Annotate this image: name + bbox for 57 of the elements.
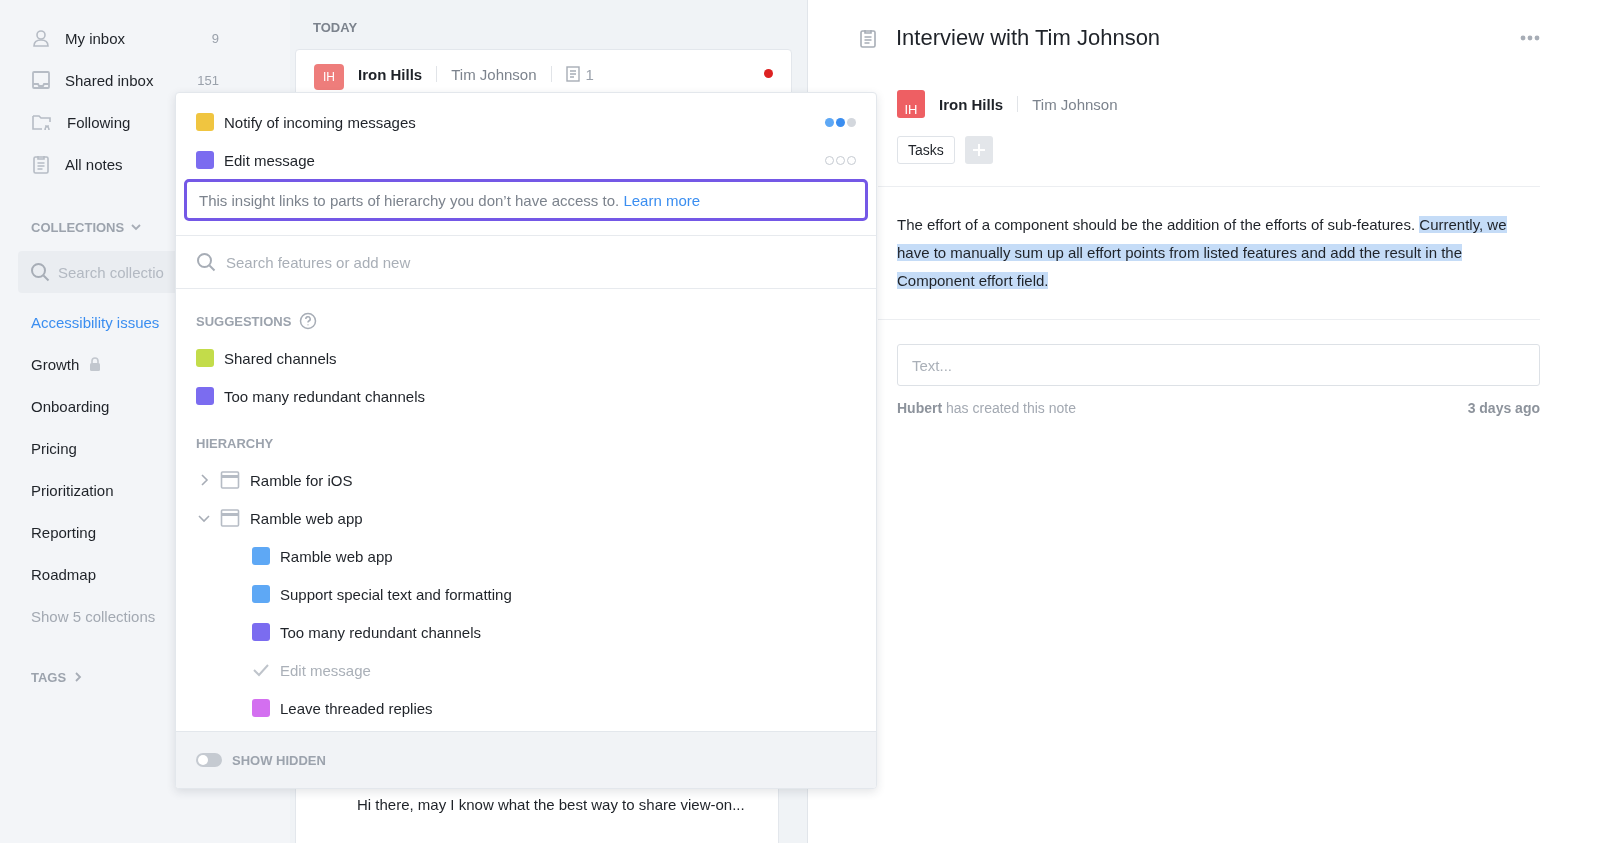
nav-item[interactable]: My inbox 9	[0, 17, 219, 59]
document-icon	[565, 66, 580, 82]
collection-item[interactable]: Pricing	[0, 427, 77, 469]
feature-item[interactable]: Support special text and formatting	[176, 575, 876, 613]
hierarchy-item[interactable]: Ramble web app	[176, 499, 876, 537]
window-icon	[220, 470, 240, 490]
company-name: Iron Hills	[358, 66, 423, 83]
note-title: Interview with Tim Johnson	[896, 25, 1162, 51]
toggle-switch[interactable]	[196, 753, 222, 767]
search-field[interactable]: Search features or add new	[176, 236, 876, 288]
plus-icon	[971, 143, 986, 157]
more-icon[interactable]	[1520, 35, 1540, 41]
folder-icon	[31, 112, 53, 132]
section-label: HIERARCHY	[196, 435, 274, 451]
avatar: IH	[897, 90, 925, 118]
feature-item[interactable]: Too many redundant channels	[176, 377, 876, 415]
feature-item[interactable]: Leave threaded replies	[176, 689, 876, 727]
avatar: IH	[314, 64, 344, 90]
section-label: SUGGESTIONS	[196, 313, 292, 329]
section-label: TODAY	[313, 20, 359, 35]
window-icon	[220, 508, 240, 528]
feature-item[interactable]: Ramble web app	[176, 537, 876, 575]
count-label: 151	[197, 72, 219, 88]
hierarchy-item[interactable]: Ramble for iOS	[176, 461, 876, 499]
collection-item[interactable]: Growth	[0, 343, 102, 385]
note-body: The effort of a component should be the addition of the efforts of sub-features. Currently, we have to manually sum up all effort points from listed features and add the result in the Component effort field.	[897, 215, 1508, 291]
company-name: Iron Hills	[939, 95, 1004, 113]
collection-item[interactable]: Roadmap	[0, 553, 97, 595]
collection-item[interactable]: Prioritization	[0, 469, 114, 511]
search-icon	[30, 262, 50, 282]
person-icon	[31, 28, 51, 48]
clipboard-icon	[31, 154, 51, 174]
count-label: 9	[211, 30, 219, 46]
tag-chip[interactable]: Tasks	[897, 136, 955, 164]
collection-item[interactable]: Onboarding	[0, 385, 110, 427]
clipboard-icon	[858, 28, 878, 48]
person-name: Tim Johnson	[451, 66, 537, 83]
comment-count: 1	[585, 66, 594, 83]
nav-item[interactable]: All notes	[0, 143, 123, 185]
comment-field[interactable]: Text...	[897, 344, 1540, 386]
toggle-label: SHOW HIDDEN	[232, 752, 326, 768]
notice-text: This insight links to parts of hierarchy you don’t have access to. Learn more	[184, 179, 868, 221]
feature-item[interactable]: Too many redundant channels	[176, 613, 876, 651]
person-name: Tim Johnson	[1032, 95, 1118, 113]
lock-icon	[89, 357, 102, 371]
feature-item[interactable]: Shared channels	[176, 339, 876, 377]
add-tag-button[interactable]	[964, 136, 993, 164]
feature-item[interactable]: Edit message	[176, 141, 876, 179]
inbox-icon	[31, 70, 51, 90]
activity-text: Hubert has created this note	[897, 400, 1076, 416]
nav-item[interactable]: Following	[0, 101, 131, 143]
nav-item[interactable]: Shared inbox 151	[0, 59, 219, 101]
help-icon[interactable]	[299, 312, 318, 330]
search-icon	[196, 252, 216, 272]
timestamp: 3 days ago	[1467, 400, 1540, 416]
collection-item[interactable]: Reporting	[0, 511, 97, 553]
message-preview: Hi there, may I know what the best way to share view-on...	[357, 796, 745, 813]
